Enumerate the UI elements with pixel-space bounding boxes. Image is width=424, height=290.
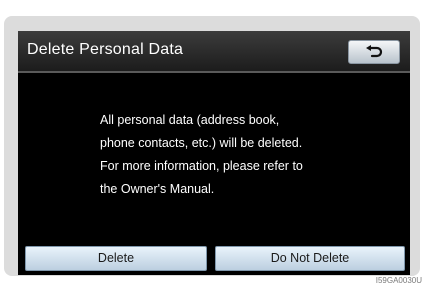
return-arrow-icon <box>366 45 383 58</box>
image-code-label: I59GA0030U <box>375 276 422 285</box>
title-bar: Delete Personal Data <box>18 31 410 73</box>
back-button[interactable] <box>348 40 400 64</box>
dialog-screen: Delete Personal Data All personal data (… <box>18 31 410 275</box>
dialog-message: All personal data (address book, phone c… <box>100 113 303 196</box>
do-not-delete-button[interactable]: Do Not Delete <box>215 246 405 271</box>
delete-button[interactable]: Delete <box>25 246 207 271</box>
dialog-title: Delete Personal Data <box>27 41 184 58</box>
action-buttons: Delete Do Not Delete <box>25 246 405 271</box>
